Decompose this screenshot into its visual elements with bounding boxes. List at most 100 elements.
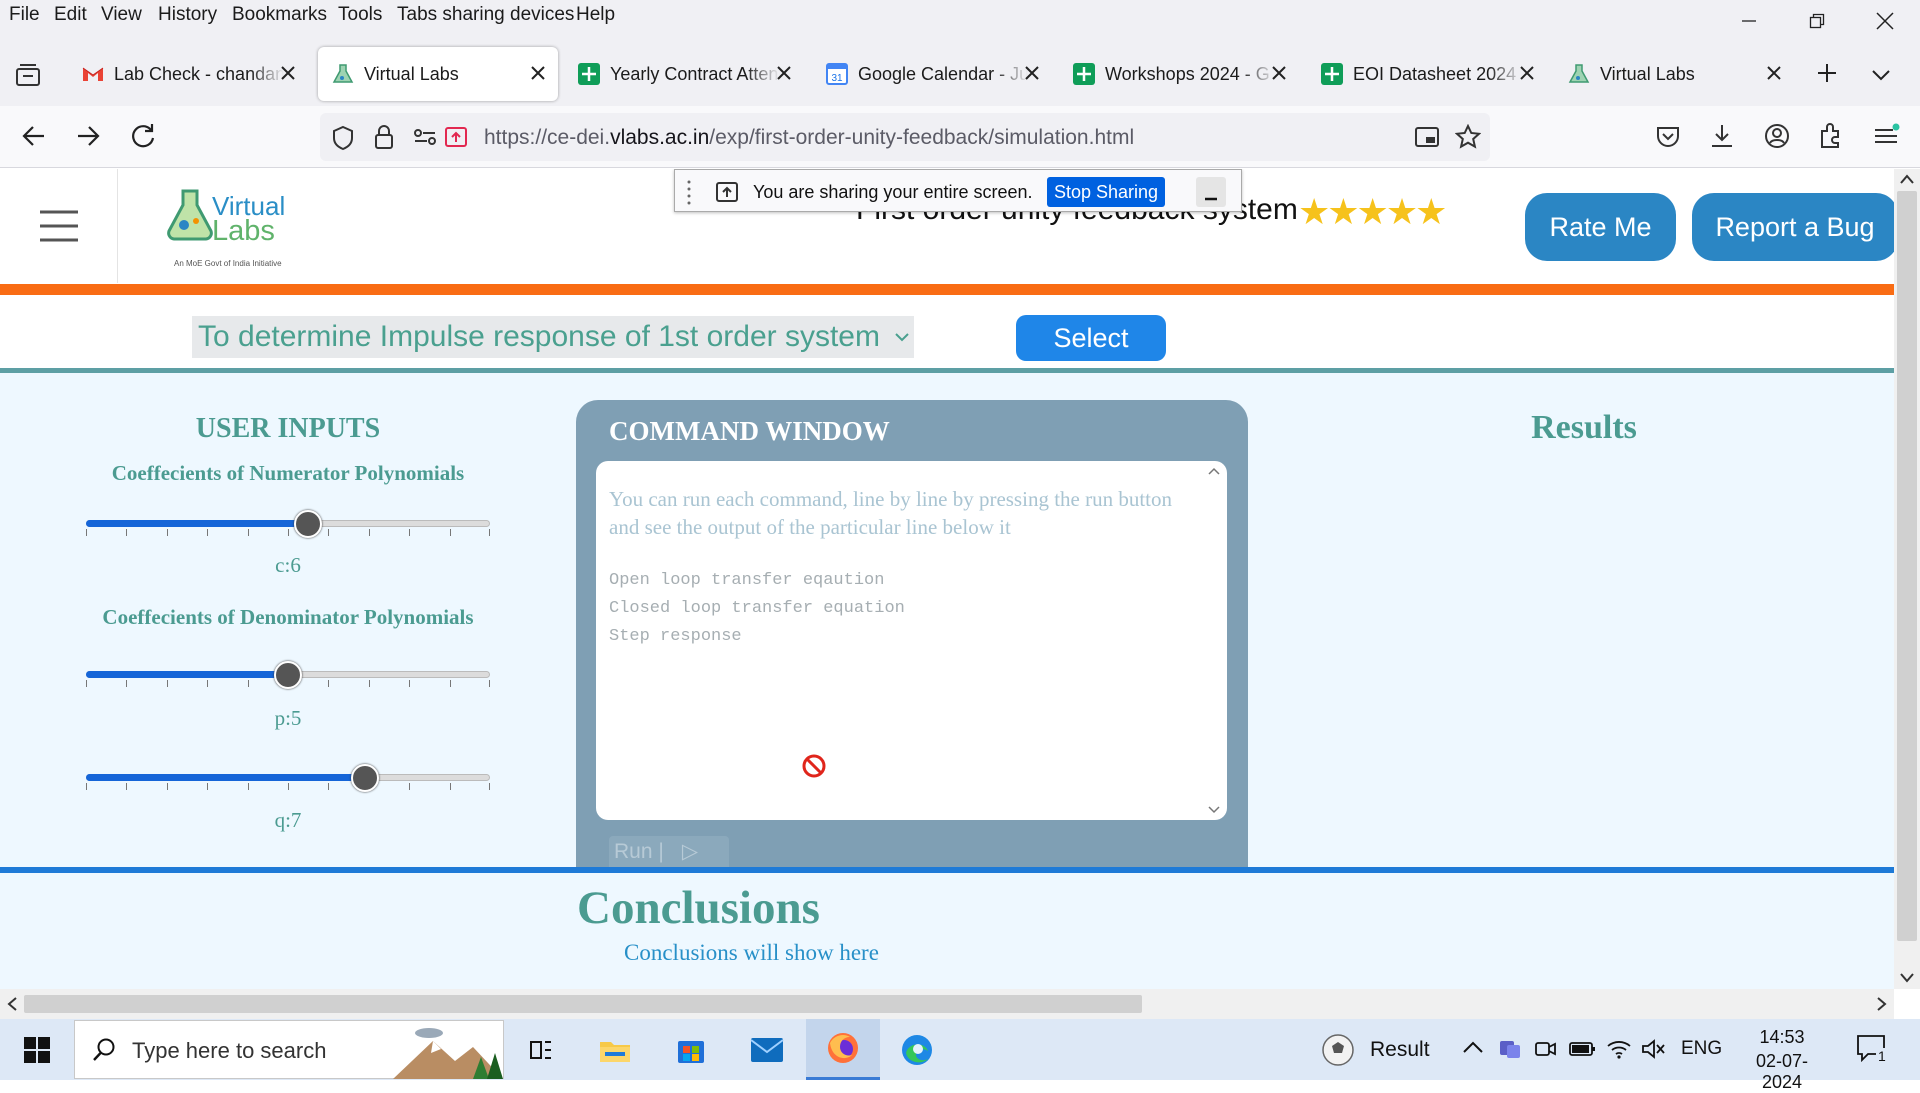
denominator-heading: Coeffecients of Denominator Polynomials xyxy=(102,605,474,629)
close-tab-icon[interactable] xyxy=(1515,61,1539,85)
list-all-tabs-button[interactable] xyxy=(1870,64,1900,90)
horizontal-scrollbar[interactable] xyxy=(0,989,1894,1019)
wifi-icon[interactable] xyxy=(1606,1036,1632,1060)
menu-tools[interactable]: Tools xyxy=(338,4,382,26)
tab-overview-button[interactable] xyxy=(14,62,48,92)
scroll-down-icon[interactable] xyxy=(1207,805,1221,815)
command-window-title: COMMAND WINDOW xyxy=(609,416,890,446)
scroll-up-icon[interactable] xyxy=(1207,466,1221,476)
extensions-icon[interactable] xyxy=(1818,122,1844,150)
menu-view[interactable]: View xyxy=(101,4,142,26)
command-line[interactable]: Step response xyxy=(609,623,905,651)
downloads-icon[interactable] xyxy=(1709,122,1735,150)
report-bug-button[interactable]: Report a Bug xyxy=(1692,193,1894,261)
tab-lab-check[interactable]: Lab Check - chandana xyxy=(68,47,308,101)
picture-in-picture-icon[interactable] xyxy=(1414,125,1440,149)
scroll-up-arrow-icon[interactable] xyxy=(1899,173,1915,185)
close-tab-icon[interactable] xyxy=(276,61,300,85)
screen-sharing-indicator-icon[interactable] xyxy=(444,125,468,149)
minimize-notification-button[interactable] xyxy=(1196,177,1226,207)
tab-workshops[interactable]: Workshops 2024 - G xyxy=(1059,47,1299,101)
denominator-q-slider[interactable] xyxy=(86,764,490,794)
stop-sharing-button[interactable]: Stop Sharing xyxy=(1047,177,1165,207)
scroll-left-arrow-icon[interactable] xyxy=(6,996,18,1012)
menu-history[interactable]: History xyxy=(158,4,217,26)
permissions-icon[interactable] xyxy=(413,127,437,147)
vertical-scroll-thumb[interactable] xyxy=(1897,191,1917,941)
reload-button[interactable] xyxy=(129,122,157,150)
menu-tabs-sharing-devices[interactable]: Tabs sharing devices xyxy=(397,4,574,26)
slider-tick xyxy=(409,529,410,536)
clock[interactable]: 14:53 02-07-2024 xyxy=(1740,1027,1824,1093)
tab-virtual-labs-2[interactable]: Virtual Labs xyxy=(1554,47,1794,101)
slider-thumb[interactable] xyxy=(351,764,379,792)
tab-virtual-labs[interactable]: Virtual Labs xyxy=(318,47,558,101)
show-hidden-icons-button[interactable] xyxy=(1462,1039,1484,1055)
slider-value-q: q:7 xyxy=(274,808,302,832)
lock-icon[interactable] xyxy=(373,124,395,150)
close-tab-icon[interactable] xyxy=(1020,61,1044,85)
numerator-c-slider[interactable] xyxy=(86,510,490,540)
slider-value-p: p:5 xyxy=(274,706,302,730)
bookmark-star-icon[interactable] xyxy=(1455,124,1481,150)
battery-icon[interactable] xyxy=(1568,1039,1596,1059)
file-explorer-taskbar-button[interactable] xyxy=(578,1019,652,1080)
denominator-p-slider[interactable] xyxy=(86,661,490,691)
horizontal-scroll-thumb[interactable] xyxy=(24,995,1142,1013)
drag-handle-icon[interactable] xyxy=(685,179,693,205)
command-line[interactable]: Open loop transfer eqaution xyxy=(609,567,905,595)
menu-bookmarks[interactable]: Bookmarks xyxy=(232,4,327,26)
tab-label: Google Calendar - July xyxy=(858,63,1028,84)
close-tab-icon[interactable] xyxy=(526,61,550,85)
close-tab-icon[interactable] xyxy=(1762,61,1786,85)
meet-tray-icon[interactable] xyxy=(1533,1037,1557,1061)
app-menu-button[interactable] xyxy=(1872,122,1900,150)
edge-taskbar-button[interactable] xyxy=(880,1019,954,1080)
pocket-icon[interactable] xyxy=(1655,124,1681,150)
address-bar[interactable]: https://ce-dei.vlabs.ac.in/exp/first-ord… xyxy=(320,113,1490,161)
mail-taskbar-button[interactable] xyxy=(730,1019,804,1080)
slider-thumb[interactable] xyxy=(274,661,302,689)
back-button[interactable] xyxy=(20,122,48,150)
select-button[interactable]: Select xyxy=(1016,315,1166,361)
close-tab-icon[interactable] xyxy=(772,61,796,85)
task-view-button[interactable] xyxy=(504,1019,578,1080)
volume-muted-icon[interactable] xyxy=(1640,1037,1666,1061)
virtual-labs-logo[interactable]: Virtual Labs An MoE Govt of India Initia… xyxy=(166,189,306,271)
taskbar-search-box[interactable]: Type here to search xyxy=(74,1020,504,1079)
firefox-taskbar-button[interactable] xyxy=(806,1019,880,1080)
language-indicator[interactable]: ENG xyxy=(1681,1038,1722,1060)
teams-tray-icon[interactable] xyxy=(1498,1037,1522,1061)
account-icon[interactable] xyxy=(1764,123,1790,149)
slider-tick xyxy=(288,529,289,536)
menu-edit[interactable]: Edit xyxy=(54,4,87,26)
new-tab-button[interactable] xyxy=(1816,62,1846,92)
slider-thumb[interactable] xyxy=(294,510,322,538)
tab-eoi-datasheet[interactable]: EOI Datasheet 2024 xyxy=(1307,47,1547,101)
tab-google-calendar[interactable]: 31 Google Calendar - July xyxy=(812,47,1052,101)
url-text[interactable]: https://ce-dei.vlabs.ac.in/exp/first-ord… xyxy=(484,126,1134,150)
sidebar-toggle-button[interactable] xyxy=(0,169,118,283)
notifications-button[interactable]: 1 xyxy=(1856,1034,1896,1068)
rating-stars[interactable]: ★★★★★ xyxy=(1298,191,1447,233)
menu-file[interactable]: File xyxy=(9,4,40,26)
tab-label: Virtual Labs xyxy=(364,63,459,84)
tracking-shield-icon[interactable] xyxy=(331,125,355,151)
menu-help[interactable]: Help xyxy=(576,4,615,26)
start-button[interactable] xyxy=(0,1019,74,1080)
slider-tick xyxy=(489,783,490,790)
command-line[interactable]: Closed loop transfer equation xyxy=(609,595,905,623)
close-tab-icon[interactable] xyxy=(1267,61,1291,85)
chevron-up-icon xyxy=(1463,1041,1483,1053)
forward-button[interactable] xyxy=(74,122,102,150)
experiment-select[interactable]: To determine Impulse response of 1st ord… xyxy=(192,316,914,358)
scroll-down-arrow-icon[interactable] xyxy=(1899,972,1915,984)
run-button[interactable]: Run | ▷ xyxy=(609,836,729,867)
scroll-right-arrow-icon[interactable] xyxy=(1876,996,1888,1012)
rate-me-button[interactable]: Rate Me xyxy=(1525,193,1676,261)
store-taskbar-button[interactable] xyxy=(654,1019,728,1080)
search-placeholder: Type here to search xyxy=(132,1038,327,1063)
command-output-box[interactable]: You can run each command, line by line b… xyxy=(596,461,1227,820)
tab-yearly-contract[interactable]: Yearly Contract Attendance xyxy=(564,47,804,101)
vertical-scrollbar[interactable] xyxy=(1894,169,1920,989)
